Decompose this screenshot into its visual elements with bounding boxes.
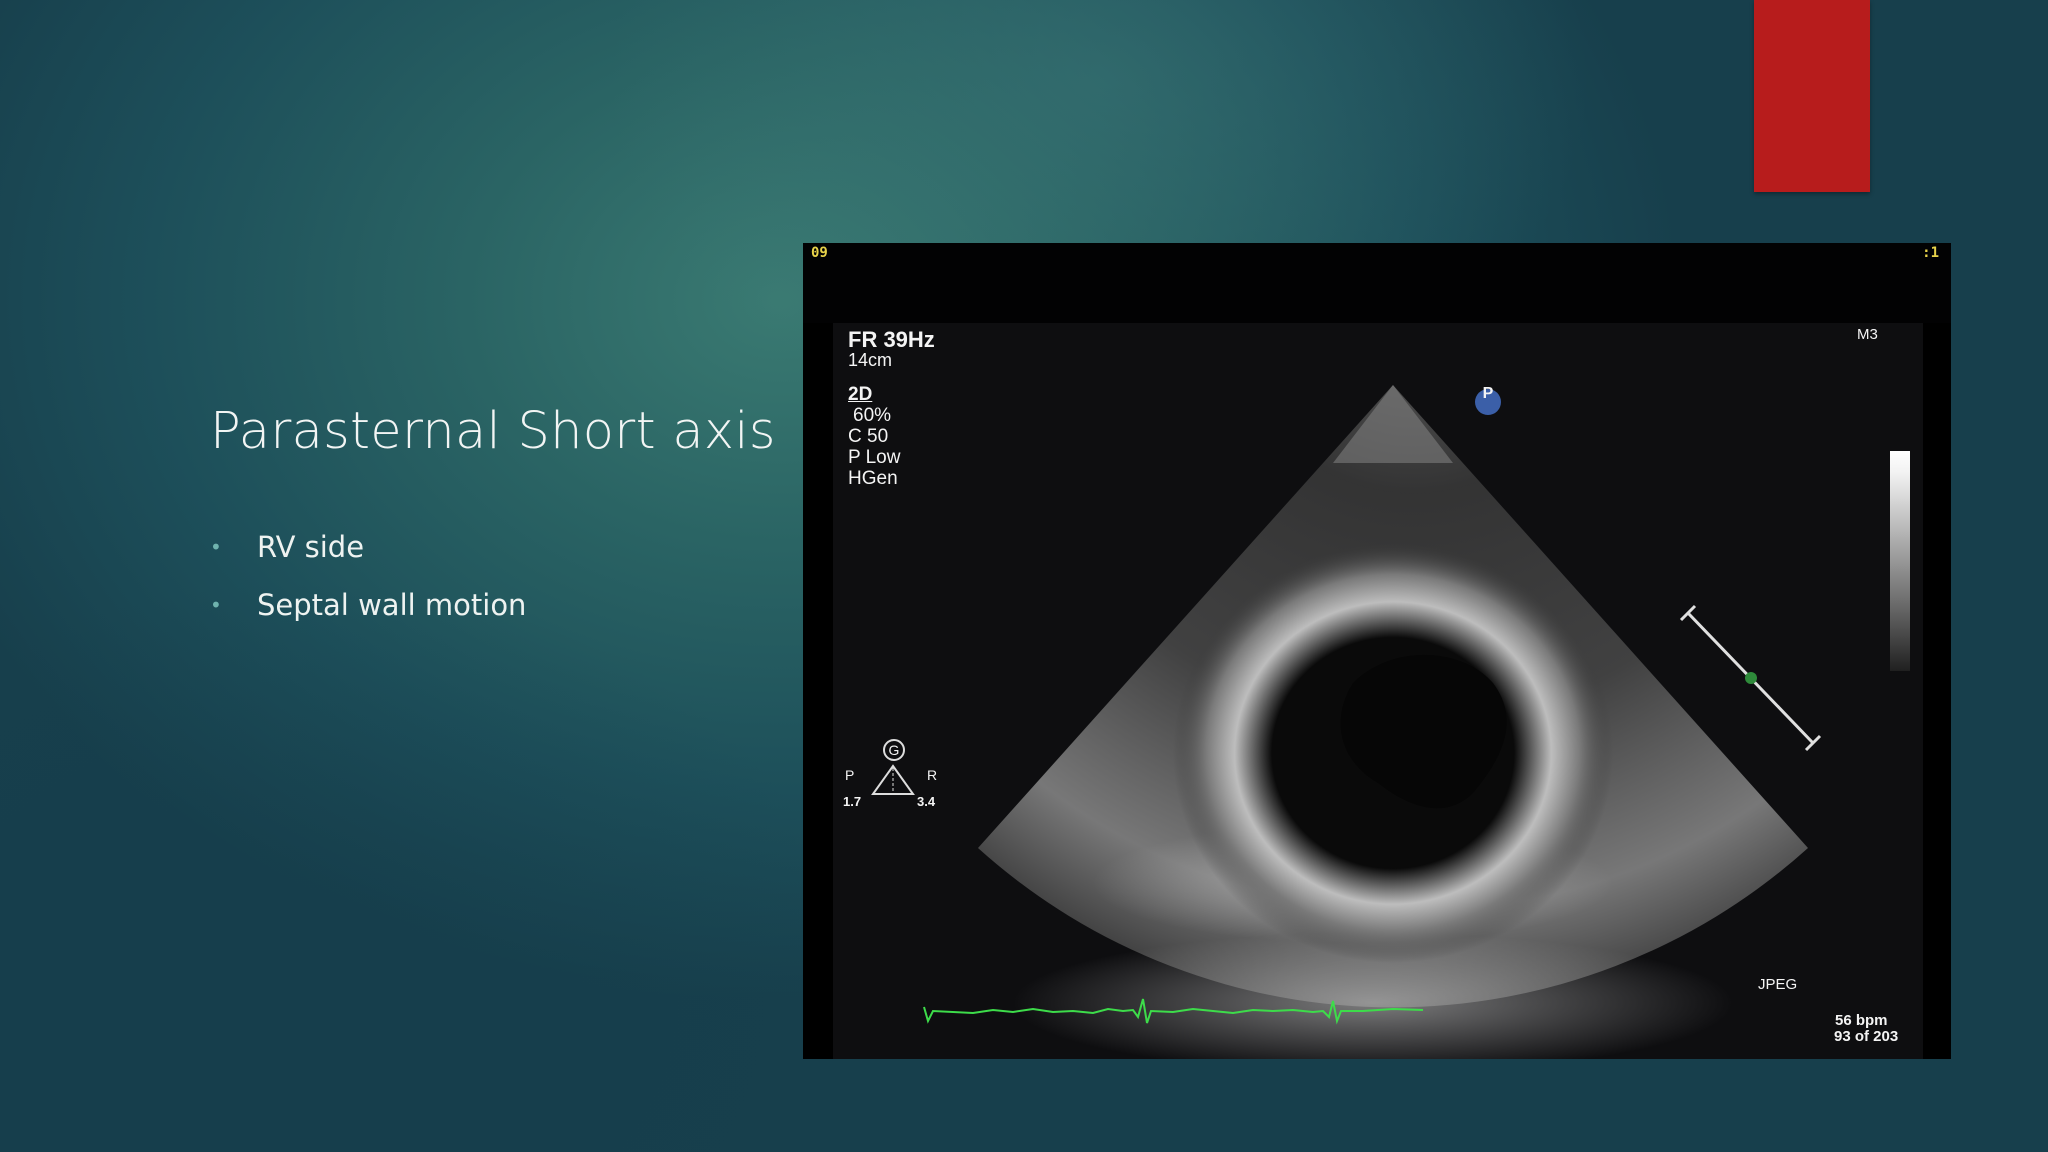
bullet-text: Septal wall motion xyxy=(257,588,527,622)
bullet-icon: • xyxy=(210,593,222,617)
echo-stamp-left: 09 xyxy=(811,245,828,261)
echocardiogram-image: 09 :1 FR 39Hz 14cm 2D 60% C 50 P Low HGe… xyxy=(803,243,1951,1059)
accent-tab xyxy=(1754,0,1870,192)
slide-title: Parasternal Short axis xyxy=(210,402,776,461)
bullet-text: RV side xyxy=(257,530,365,564)
echo-stamp-right: :1 xyxy=(1922,245,1939,261)
echo-header-bar: 09 :1 xyxy=(803,243,1951,323)
bullet-list: • RV side • Septal wall motion xyxy=(210,518,526,634)
bullet-icon: • xyxy=(210,535,222,559)
bullet-item: • Septal wall motion xyxy=(210,576,526,634)
bullet-item: • RV side xyxy=(210,518,526,576)
echo-viewport: FR 39Hz 14cm 2D 60% C 50 P Low HGen M3 P… xyxy=(833,323,1923,1059)
ecg-trace xyxy=(923,998,1424,1025)
